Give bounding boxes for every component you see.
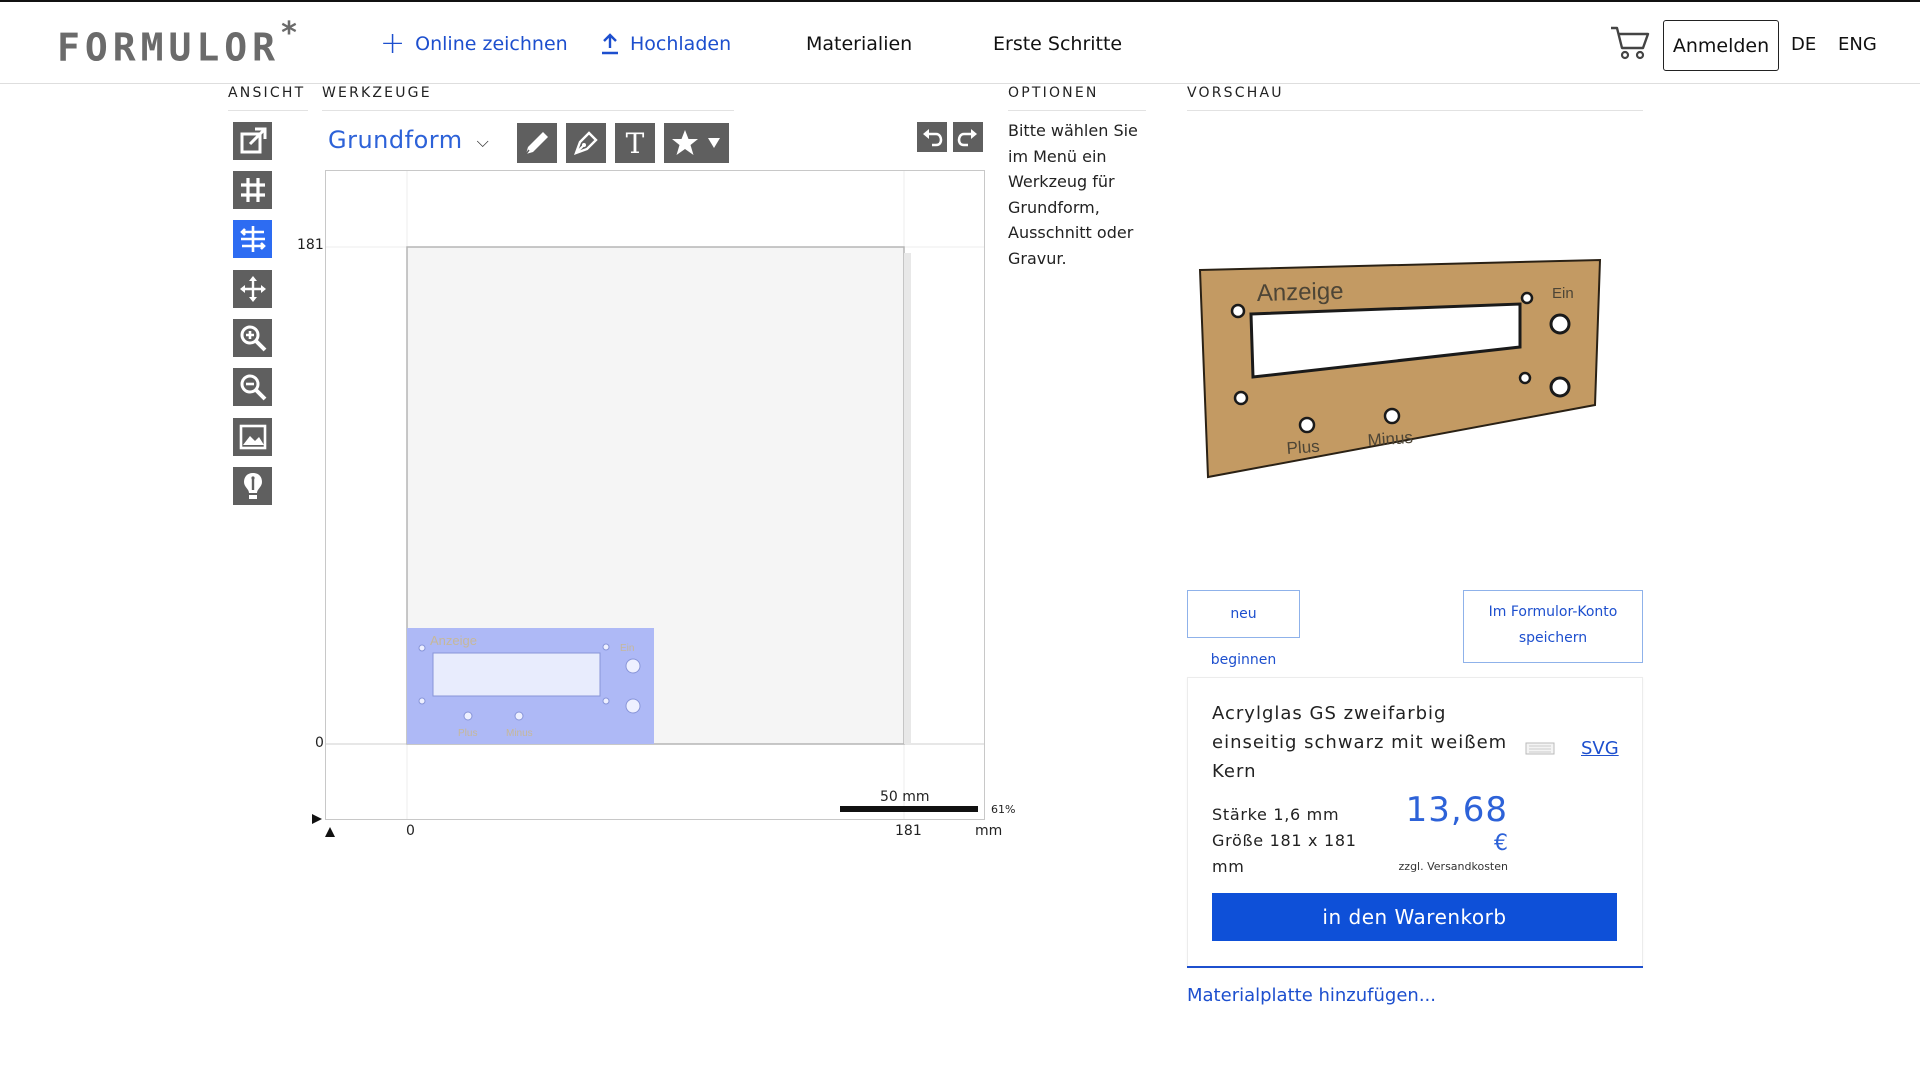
canvas-label-minus: Minus (506, 728, 533, 739)
site-header: FORMULOR* + Online zeichnen Hochladen Ma… (0, 2, 1920, 84)
tool-text[interactable]: T (615, 123, 655, 163)
material-specs: Stärke 1,6 mm Größe 181 x 181 mm (1212, 802, 1377, 880)
canvas-drawing: Anzeige Ein Plus Minus 50 mm (326, 171, 984, 819)
logo[interactable]: FORMULOR* (57, 16, 298, 70)
x-axis-max-label: 181 (895, 823, 922, 839)
lang-de[interactable]: DE (1791, 34, 1816, 55)
view-tool-zoom-out[interactable] (233, 368, 272, 406)
scale-bar-label: 50 mm (880, 789, 930, 805)
price-currency: € (1494, 831, 1508, 856)
move-icon (239, 276, 266, 302)
cart-icon[interactable] (1609, 24, 1651, 62)
nav-upload-label: Hochladen (630, 33, 732, 55)
display-window (432, 652, 601, 697)
section-title-ansicht: ANSICHT (228, 84, 308, 111)
text-tool-glyph: T (626, 128, 645, 158)
logo-text: FORMULOR (57, 25, 281, 70)
preview-label-minus: Minus (1367, 428, 1414, 450)
grid-icon (240, 178, 265, 202)
zoom-in-icon (240, 325, 266, 352)
undo-icon (923, 129, 943, 147)
nav-materialien[interactable]: Materialien (806, 33, 912, 55)
nav-hochladen[interactable]: Hochladen (600, 33, 731, 55)
x-axis-zero-label: 0 (406, 823, 415, 839)
plus-icon: + (380, 26, 406, 61)
add-plate-divider (1187, 966, 1643, 968)
tool-star[interactable] (664, 123, 729, 163)
material-name: Acrylglas GS zweifarbig einseitig schwar… (1212, 703, 1508, 782)
zoom-level-label: 61% (991, 803, 1016, 816)
y-axis-max-label: 181 (297, 237, 324, 253)
options-instructions: Bitte wählen Sie im Menü ein Werkzeug fü… (1008, 121, 1138, 268)
material-preview: Anzeige Ein Plus Minus (1198, 258, 1602, 479)
pen-icon (573, 131, 598, 156)
section-title-optionen: OPTIONEN (1008, 84, 1146, 111)
plate-format-icon (1525, 742, 1555, 755)
nav-online-zeichnen[interactable]: + Online zeichnen (380, 26, 568, 61)
shape-select[interactable]: Grundform ⌵ (328, 122, 498, 158)
canvas-label-on: Ein (620, 643, 634, 654)
undo-button[interactable] (917, 122, 947, 152)
lang-en[interactable]: ENG (1838, 34, 1877, 55)
nav-online-label: Online zeichnen (415, 33, 568, 55)
view-tool-align[interactable] (233, 220, 272, 258)
view-tool-zoom-in[interactable] (233, 319, 272, 357)
image-icon (239, 424, 266, 450)
redo-button[interactable] (953, 122, 983, 152)
axis-unit-label: mm (975, 823, 1003, 839)
hint-icon (243, 473, 262, 499)
preview-label-plus: Plus (1286, 437, 1320, 458)
canvas-label-plus: Plus (458, 728, 477, 739)
tool-pencil[interactable] (517, 123, 557, 163)
chevron-down-icon: ⌵ (476, 132, 490, 151)
tool-pen[interactable] (566, 123, 606, 163)
export-icon (240, 127, 266, 154)
price-card: Acrylglas GS zweifarbig einseitig schwar… (1187, 677, 1643, 967)
add-material-plate-link[interactable]: Materialplatte hinzufügen... (1187, 985, 1436, 1006)
y-axis-arrow-icon (325, 827, 335, 837)
login-button[interactable]: Anmelden (1663, 20, 1779, 71)
view-tool-grid[interactable] (233, 171, 272, 209)
restart-button[interactable]: neu beginnen (1187, 590, 1300, 668)
shipping-note: zzgl. Versandkosten (1398, 860, 1508, 873)
add-to-cart-button[interactable]: in den Warenkorb (1212, 893, 1617, 941)
view-tool-image[interactable] (233, 418, 272, 456)
logo-asterisk: * (280, 16, 299, 51)
align-icon (239, 226, 266, 252)
section-title-vorschau: VORSCHAU (1187, 84, 1643, 111)
section-title-werkzeuge: WERKZEUGE (322, 84, 734, 111)
preview-label-display: Anzeige (1256, 278, 1343, 307)
drawing-canvas[interactable]: Anzeige Ein Plus Minus 50 mm (325, 170, 985, 820)
preview-label-on: Ein (1552, 285, 1574, 302)
save-to-account-button[interactable]: Im Formulor-Konto speichern (1463, 590, 1643, 663)
redo-icon (957, 129, 977, 147)
canvas-label-display: Anzeige (430, 633, 477, 648)
material-thickness: Stärke 1,6 mm (1212, 805, 1340, 824)
price-block: 13,68 € zzgl. Versandkosten (1378, 790, 1508, 876)
view-tool-hint[interactable] (233, 467, 272, 505)
view-tool-export[interactable] (233, 122, 272, 160)
price-value: 13,68 (1405, 790, 1508, 830)
zoom-out-icon (240, 374, 266, 401)
text-icon: T (626, 128, 645, 158)
view-tool-move[interactable] (233, 270, 272, 308)
nav-erste-schritte[interactable]: Erste Schritte (993, 33, 1122, 55)
y-axis-zero-label: 0 (315, 735, 324, 751)
upload-icon (602, 33, 618, 55)
design-part[interactable]: Anzeige Ein Plus Minus (407, 628, 654, 744)
pencil-icon (525, 132, 548, 155)
x-axis-arrow-icon (312, 814, 322, 824)
star-icon (671, 130, 720, 155)
svg-download-link[interactable]: SVG (1581, 738, 1619, 759)
material-size: Größe 181 x 181 mm (1212, 831, 1357, 876)
shape-select-label: Grundform (328, 126, 463, 154)
